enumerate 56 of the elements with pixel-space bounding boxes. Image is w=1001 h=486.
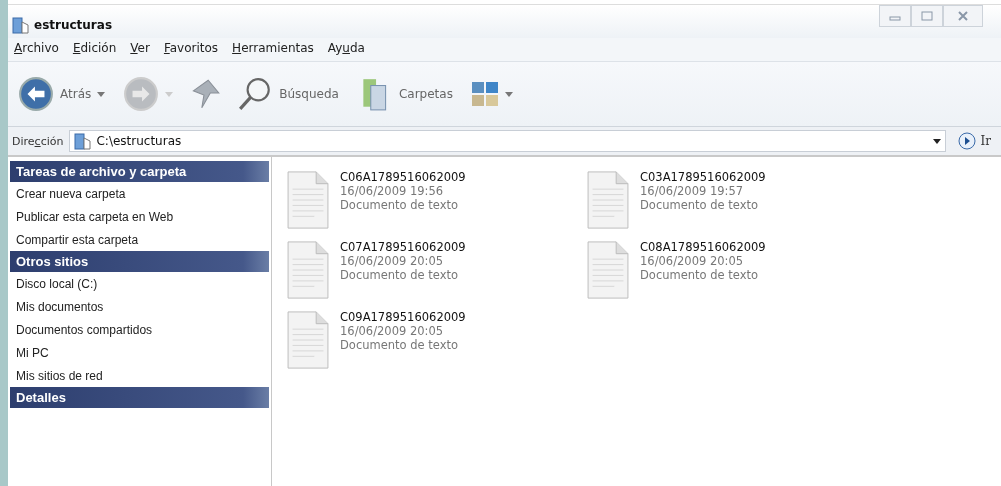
file-date: 16/06/2009 19:56 [340, 184, 445, 198]
task-link[interactable]: Mi PC [10, 341, 271, 364]
go-button[interactable]: Ir [951, 132, 997, 150]
section-header[interactable]: Detalles [10, 387, 269, 408]
task-link[interactable]: Documentos compartidos [10, 318, 271, 341]
menu-item[interactable]: Ver [130, 41, 150, 55]
caret-icon[interactable] [932, 138, 941, 144]
folders-button[interactable]: Carpetas [352, 76, 457, 112]
minimize-button[interactable] [879, 5, 911, 27]
file-date: 16/06/2009 20:05 [340, 324, 445, 338]
thumbnails-icon [470, 81, 499, 107]
task-link[interactable]: Disco local (C:) [10, 272, 271, 295]
address-label: Dirección [12, 134, 64, 148]
folder-icon [12, 15, 30, 34]
file-type: Documento de texto [340, 198, 460, 212]
text-document-icon[interactable] [586, 171, 630, 229]
file-date: 16/06/2009 19:57 [640, 184, 745, 198]
task-link[interactable]: Crear nueva carpeta [10, 182, 271, 205]
file-date: 16/06/2009 20:05 [340, 254, 445, 268]
folder-icon [74, 132, 93, 150]
task-link[interactable]: Publicar esta carpeta en Web [10, 205, 271, 228]
text-document-icon[interactable] [286, 311, 330, 369]
file-date: 16/06/2009 20:05 [640, 254, 745, 268]
task-link[interactable]: Mis sitios de red [10, 364, 271, 387]
file-type: Documento de texto [340, 338, 460, 352]
file-name[interactable]: C09A1789516062009 [340, 310, 466, 324]
window-title: estructuras [34, 17, 113, 32]
menu-item[interactable]: Edición [72, 41, 117, 55]
task-link[interactable]: Mis documentos [10, 295, 271, 318]
file-name[interactable]: C06A1789516062009 [340, 170, 466, 184]
address-field[interactable]: C:\estructuras [69, 130, 946, 152]
file-name[interactable]: C07A1789516062009 [340, 240, 466, 254]
caret-icon [165, 91, 174, 97]
file-name[interactable]: C03A1789516062009 [640, 170, 766, 184]
section-header[interactable]: Otros sitios [10, 251, 269, 272]
menu-item[interactable]: Archivo [14, 41, 59, 55]
search-button[interactable]: Búsqueda [233, 76, 343, 112]
file-type: Documento de texto [640, 198, 760, 212]
maximize-button[interactable] [911, 5, 943, 27]
close-icon [957, 11, 969, 21]
file-type: Documento de texto [340, 268, 460, 282]
close-button[interactable] [943, 5, 983, 27]
section-header[interactable]: Tareas de archivo y carpeta [10, 161, 269, 182]
back-button[interactable]: Atrás [14, 76, 110, 112]
text-document-icon[interactable] [286, 171, 330, 229]
task-link[interactable]: Compartir esta carpeta [10, 228, 271, 251]
caret-icon [504, 91, 513, 97]
text-document-icon[interactable] [286, 241, 330, 299]
maximize-icon [921, 11, 933, 21]
text-document-icon[interactable] [586, 241, 630, 299]
menu-item[interactable]: Ayuda [327, 41, 365, 55]
file-type: Documento de texto [640, 268, 760, 282]
file-name[interactable]: C08A1789516062009 [640, 240, 766, 254]
menu-item[interactable]: Favoritos [163, 41, 219, 55]
menu-item[interactable]: Herramientas [232, 41, 314, 55]
caret-icon [97, 91, 106, 97]
